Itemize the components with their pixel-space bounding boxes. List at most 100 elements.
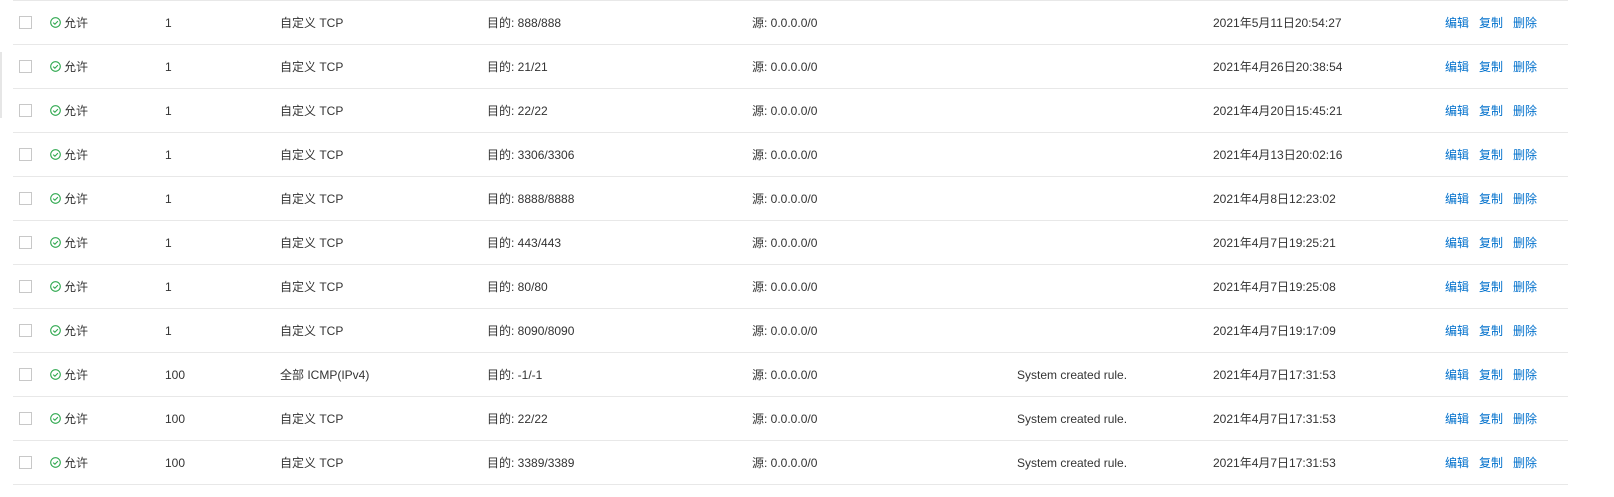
edit-link[interactable]: 编辑 bbox=[1445, 278, 1469, 295]
source-cell: 源: 0.0.0.0/0 bbox=[752, 456, 818, 470]
delete-link[interactable]: 删除 bbox=[1513, 322, 1537, 339]
priority-cell: 100 bbox=[165, 367, 186, 382]
policy-cell: 允许 bbox=[50, 353, 88, 396]
check-circle-icon bbox=[50, 457, 61, 468]
created-time-cell: 2021年4月13日20:02:16 bbox=[1213, 148, 1343, 162]
copy-link[interactable]: 复制 bbox=[1479, 366, 1503, 383]
policy-label: 允许 bbox=[64, 280, 89, 294]
row-checkbox[interactable] bbox=[19, 456, 32, 469]
row-select-cell bbox=[19, 309, 32, 352]
policy-label: 允许 bbox=[64, 236, 89, 250]
source-cell: 源: 0.0.0.0/0 bbox=[752, 236, 818, 250]
delete-link[interactable]: 删除 bbox=[1513, 190, 1537, 207]
created-time-cell: 2021年4月7日17:31:53 bbox=[1213, 368, 1336, 382]
delete-link[interactable]: 删除 bbox=[1513, 234, 1537, 251]
table-row: 允许 1 自定义 TCP 目的: 888/888 源: 0.0.0.0/0 20… bbox=[13, 0, 1568, 45]
copy-link[interactable]: 复制 bbox=[1479, 146, 1503, 163]
edit-link[interactable]: 编辑 bbox=[1445, 146, 1469, 163]
row-checkbox[interactable] bbox=[19, 412, 32, 425]
delete-link[interactable]: 删除 bbox=[1513, 14, 1537, 31]
edit-link[interactable]: 编辑 bbox=[1445, 14, 1469, 31]
created-time-cell: 2021年4月20日15:45:21 bbox=[1213, 104, 1343, 118]
row-checkbox[interactable] bbox=[19, 104, 32, 117]
table-row: 允许 1 自定义 TCP 目的: 22/22 源: 0.0.0.0/0 2021… bbox=[13, 89, 1568, 133]
port-range-cell: 目的: 3389/3389 bbox=[487, 456, 575, 470]
edit-link[interactable]: 编辑 bbox=[1445, 454, 1469, 471]
policy-label: 允许 bbox=[64, 456, 89, 470]
actions-cell: 编辑 复制 删除 bbox=[1445, 45, 1537, 88]
edit-link[interactable]: 编辑 bbox=[1445, 102, 1469, 119]
copy-link[interactable]: 复制 bbox=[1479, 234, 1503, 251]
policy-cell: 允许 bbox=[50, 441, 88, 484]
row-checkbox[interactable] bbox=[19, 148, 32, 161]
actions-cell: 编辑 复制 删除 bbox=[1445, 133, 1537, 176]
edit-link[interactable]: 编辑 bbox=[1445, 322, 1469, 339]
delete-link[interactable]: 删除 bbox=[1513, 58, 1537, 75]
row-select-cell bbox=[19, 353, 32, 396]
description-cell: System created rule. bbox=[1017, 455, 1128, 470]
port-range-cell: 目的: 8888/8888 bbox=[487, 192, 575, 206]
row-checkbox[interactable] bbox=[19, 280, 32, 293]
check-circle-icon bbox=[50, 281, 61, 292]
created-time-cell: 2021年4月7日17:31:53 bbox=[1213, 456, 1336, 470]
policy-cell: 允许 bbox=[50, 397, 88, 440]
edit-link[interactable]: 编辑 bbox=[1445, 58, 1469, 75]
edit-link[interactable]: 编辑 bbox=[1445, 190, 1469, 207]
edit-link[interactable]: 编辑 bbox=[1445, 366, 1469, 383]
policy-cell: 允许 bbox=[50, 1, 88, 44]
port-range-cell: 目的: -1/-1 bbox=[487, 368, 543, 382]
copy-link[interactable]: 复制 bbox=[1479, 190, 1503, 207]
copy-link[interactable]: 复制 bbox=[1479, 102, 1503, 119]
actions-cell: 编辑 复制 删除 bbox=[1445, 177, 1537, 220]
policy-cell: 允许 bbox=[50, 309, 88, 352]
copy-link[interactable]: 复制 bbox=[1479, 410, 1503, 427]
delete-link[interactable]: 删除 bbox=[1513, 410, 1537, 427]
row-checkbox[interactable] bbox=[19, 60, 32, 73]
copy-link[interactable]: 复制 bbox=[1479, 454, 1503, 471]
port-range-cell: 目的: 22/22 bbox=[487, 104, 548, 118]
policy-label: 允许 bbox=[64, 192, 89, 206]
actions-cell: 编辑 复制 删除 bbox=[1445, 221, 1537, 264]
table-row: 允许 1 自定义 TCP 目的: 21/21 源: 0.0.0.0/0 2021… bbox=[13, 45, 1568, 89]
source-cell: 源: 0.0.0.0/0 bbox=[752, 368, 818, 382]
check-circle-icon bbox=[50, 61, 61, 72]
priority-cell: 1 bbox=[165, 323, 172, 338]
row-select-cell bbox=[19, 1, 32, 44]
delete-link[interactable]: 删除 bbox=[1513, 278, 1537, 295]
description-cell: System created rule. bbox=[1017, 367, 1128, 382]
table-row: 允许 1 自定义 TCP 目的: 8888/8888 源: 0.0.0.0/0 … bbox=[13, 177, 1568, 221]
policy-cell: 允许 bbox=[50, 133, 88, 176]
row-checkbox[interactable] bbox=[19, 368, 32, 381]
row-checkbox[interactable] bbox=[19, 236, 32, 249]
delete-link[interactable]: 删除 bbox=[1513, 366, 1537, 383]
edit-link[interactable]: 编辑 bbox=[1445, 410, 1469, 427]
delete-link[interactable]: 删除 bbox=[1513, 146, 1537, 163]
created-time-cell: 2021年4月26日20:38:54 bbox=[1213, 60, 1343, 74]
copy-link[interactable]: 复制 bbox=[1479, 14, 1503, 31]
policy-cell: 允许 bbox=[50, 45, 88, 88]
priority-cell: 1 bbox=[165, 235, 172, 250]
check-circle-icon bbox=[50, 325, 61, 336]
source-cell: 源: 0.0.0.0/0 bbox=[752, 60, 818, 74]
copy-link[interactable]: 复制 bbox=[1479, 58, 1503, 75]
copy-link[interactable]: 复制 bbox=[1479, 322, 1503, 339]
port-range-cell: 目的: 22/22 bbox=[487, 412, 548, 426]
copy-link[interactable]: 复制 bbox=[1479, 278, 1503, 295]
delete-link[interactable]: 删除 bbox=[1513, 454, 1537, 471]
actions-cell: 编辑 复制 删除 bbox=[1445, 1, 1537, 44]
check-circle-icon bbox=[50, 413, 61, 424]
check-circle-icon bbox=[50, 369, 61, 380]
security-group-rules-table: 允许 1 自定义 TCP 目的: 888/888 源: 0.0.0.0/0 20… bbox=[13, 0, 1568, 485]
delete-link[interactable]: 删除 bbox=[1513, 102, 1537, 119]
source-cell: 源: 0.0.0.0/0 bbox=[752, 148, 818, 162]
edit-link[interactable]: 编辑 bbox=[1445, 234, 1469, 251]
row-checkbox[interactable] bbox=[19, 16, 32, 29]
port-range-cell: 目的: 888/888 bbox=[487, 16, 562, 30]
table-row: 允许 100 自定义 TCP 目的: 3389/3389 源: 0.0.0.0/… bbox=[13, 441, 1568, 485]
policy-cell: 允许 bbox=[50, 221, 88, 264]
row-checkbox[interactable] bbox=[19, 192, 32, 205]
actions-cell: 编辑 复制 删除 bbox=[1445, 353, 1537, 396]
row-checkbox[interactable] bbox=[19, 324, 32, 337]
source-cell: 源: 0.0.0.0/0 bbox=[752, 280, 818, 294]
priority-cell: 1 bbox=[165, 15, 172, 30]
